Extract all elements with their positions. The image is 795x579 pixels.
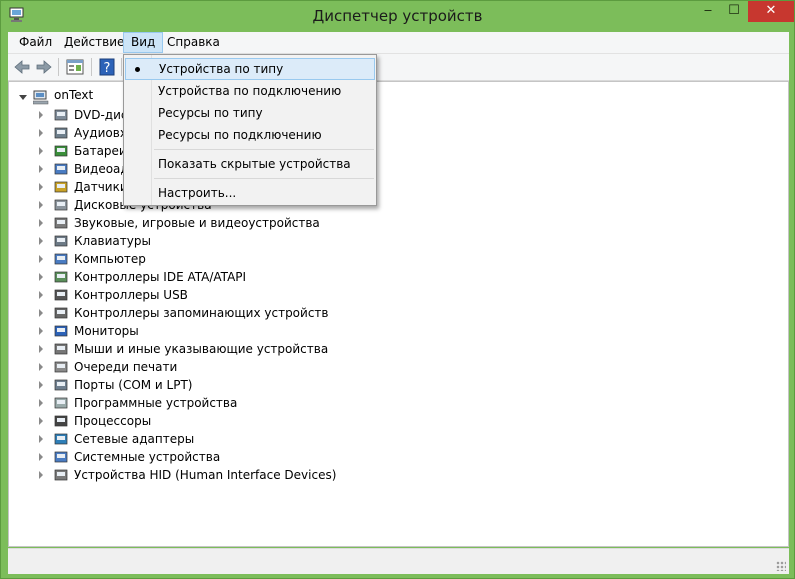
computer-name: onText (54, 88, 94, 102)
expand-arrow-icon[interactable] (39, 147, 43, 155)
minimize-button[interactable]: ‒ (695, 1, 721, 22)
toolbar-separator (91, 58, 92, 76)
system-device-icon (54, 451, 68, 463)
keyboard-icon (54, 235, 68, 247)
view-menu-dropdown: Устройства по типу Устройства по подключ… (123, 54, 377, 206)
usb-icon (54, 289, 68, 301)
menu-item-resources-by-connection[interactable]: Ресурсы по подключению (125, 124, 375, 146)
properties-icon[interactable] (65, 57, 85, 77)
tree-node-label: Сетевые адаптеры (74, 432, 195, 446)
expand-arrow-icon[interactable] (39, 309, 43, 317)
expand-arrow-icon[interactable] (39, 237, 43, 245)
expand-arrow-icon[interactable] (39, 201, 43, 209)
speaker-icon (54, 217, 68, 229)
tree-node-label: Контроллеры USB (74, 288, 188, 302)
expand-arrow-icon[interactable] (39, 381, 43, 389)
expand-arrow-icon[interactable] (39, 165, 43, 173)
software-device-icon (54, 397, 68, 409)
hid-icon (54, 469, 68, 481)
svg-text:?: ? (104, 61, 111, 76)
menu-file[interactable]: Файл (12, 32, 59, 53)
tree-node-label: Звуковые, игровые и видеоустройства (74, 216, 320, 230)
expand-arrow-icon[interactable] (39, 183, 43, 191)
tree-node-label: Порты (COM и LPT) (74, 378, 193, 392)
resize-grip-icon[interactable] (776, 561, 786, 571)
menu-item-label: Показать скрытые устройства (158, 157, 351, 171)
display-adapter-icon (54, 163, 68, 175)
forward-arrow-icon[interactable] (34, 57, 54, 77)
tree-node-label: Клавиатуры (74, 234, 151, 248)
tree-node-label: Датчики (74, 180, 128, 194)
tree-node-label: Программные устройства (74, 396, 238, 410)
window-title: Диспетчер устройств (312, 7, 483, 25)
device-manager-window: Диспетчер устройств ‒ ☐ ✕ Файл Действие … (0, 0, 795, 579)
close-button[interactable]: ✕ (748, 1, 794, 22)
menu-view[interactable]: Вид (123, 32, 164, 53)
monitor-icon (54, 325, 68, 337)
status-bar (8, 548, 789, 574)
menu-item-label: Ресурсы по подключению (158, 128, 322, 142)
menu-action[interactable]: Действие (57, 32, 131, 53)
expand-arrow-icon[interactable] (39, 345, 43, 353)
back-arrow-icon[interactable] (12, 57, 32, 77)
audio-icon (54, 127, 68, 139)
mouse-icon (54, 343, 68, 355)
expand-arrow-icon[interactable] (39, 453, 43, 461)
sensor-icon (54, 181, 68, 193)
tree-node-label: Компьютер (74, 252, 146, 266)
toolbar-separator (121, 58, 122, 76)
expand-arrow-icon[interactable] (39, 129, 43, 137)
tree-node-label: Очереди печати (74, 360, 178, 374)
battery-icon (54, 145, 68, 157)
tree-node-label: Контроллеры IDE ATA/ATAPI (74, 270, 247, 284)
tree-node-label: Системные устройства (74, 450, 221, 464)
disk-drive-icon (54, 199, 68, 211)
expand-arrow-icon[interactable] (39, 417, 43, 425)
storage-controller-icon (54, 307, 68, 319)
computer-icon (54, 253, 68, 265)
ide-controller-icon (54, 271, 68, 283)
expand-arrow-icon[interactable] (39, 435, 43, 443)
menu-item-show-hidden-devices[interactable]: Показать скрытые устройства (125, 153, 375, 175)
menu-bar: Файл Действие Вид Справка (8, 32, 789, 54)
tree-node-label: Устройства HID (Human Interface Devices) (74, 468, 337, 482)
menu-help[interactable]: Справка (160, 32, 227, 53)
computer-icon (33, 90, 49, 105)
tree-node-label: Контроллеры запоминающих устройств (74, 306, 329, 320)
tree-node-label: Мыши и иные указывающие устройства (74, 342, 329, 356)
network-adapter-icon (54, 433, 68, 445)
expand-arrow-icon[interactable] (39, 273, 43, 281)
help-icon[interactable]: ? (97, 57, 117, 77)
radio-bullet-icon (135, 67, 140, 72)
menu-item-label: Настроить... (158, 186, 237, 200)
menu-item-label: Устройства по подключению (158, 84, 342, 98)
menu-item-label: Ресурсы по типу (158, 106, 263, 120)
expand-arrow-icon[interactable] (39, 219, 43, 227)
tree-node-label: Мониторы (74, 324, 139, 338)
port-icon (54, 379, 68, 391)
processor-icon (54, 415, 68, 427)
menu-item-devices-by-type[interactable]: Устройства по типу (125, 58, 375, 80)
dvd-drive-icon (54, 109, 68, 121)
expand-arrow-icon[interactable] (39, 363, 43, 371)
expand-arrow-icon[interactable] (39, 255, 43, 263)
tree-node-label: Батареи (74, 144, 127, 158)
title-bar[interactable]: Диспетчер устройств ‒ ☐ ✕ (1, 1, 794, 32)
expand-arrow-icon[interactable] (39, 291, 43, 299)
expand-arrow-icon[interactable] (39, 111, 43, 119)
menu-item-customize[interactable]: Настроить... (125, 182, 375, 204)
menu-item-label: Устройства по типу (159, 62, 284, 76)
collapse-arrow-icon[interactable] (19, 95, 27, 100)
menu-item-resources-by-type[interactable]: Ресурсы по типу (125, 102, 375, 124)
maximize-button[interactable]: ☐ (721, 1, 747, 22)
tree-node-label: Процессоры (74, 414, 152, 428)
expand-arrow-icon[interactable] (39, 471, 43, 479)
expand-arrow-icon[interactable] (39, 327, 43, 335)
menu-item-devices-by-connection[interactable]: Устройства по подключению (125, 80, 375, 102)
menu-separator (154, 178, 374, 179)
expand-arrow-icon[interactable] (39, 399, 43, 407)
toolbar-separator (58, 58, 59, 76)
menu-separator (154, 149, 374, 150)
printer-icon (54, 361, 68, 373)
